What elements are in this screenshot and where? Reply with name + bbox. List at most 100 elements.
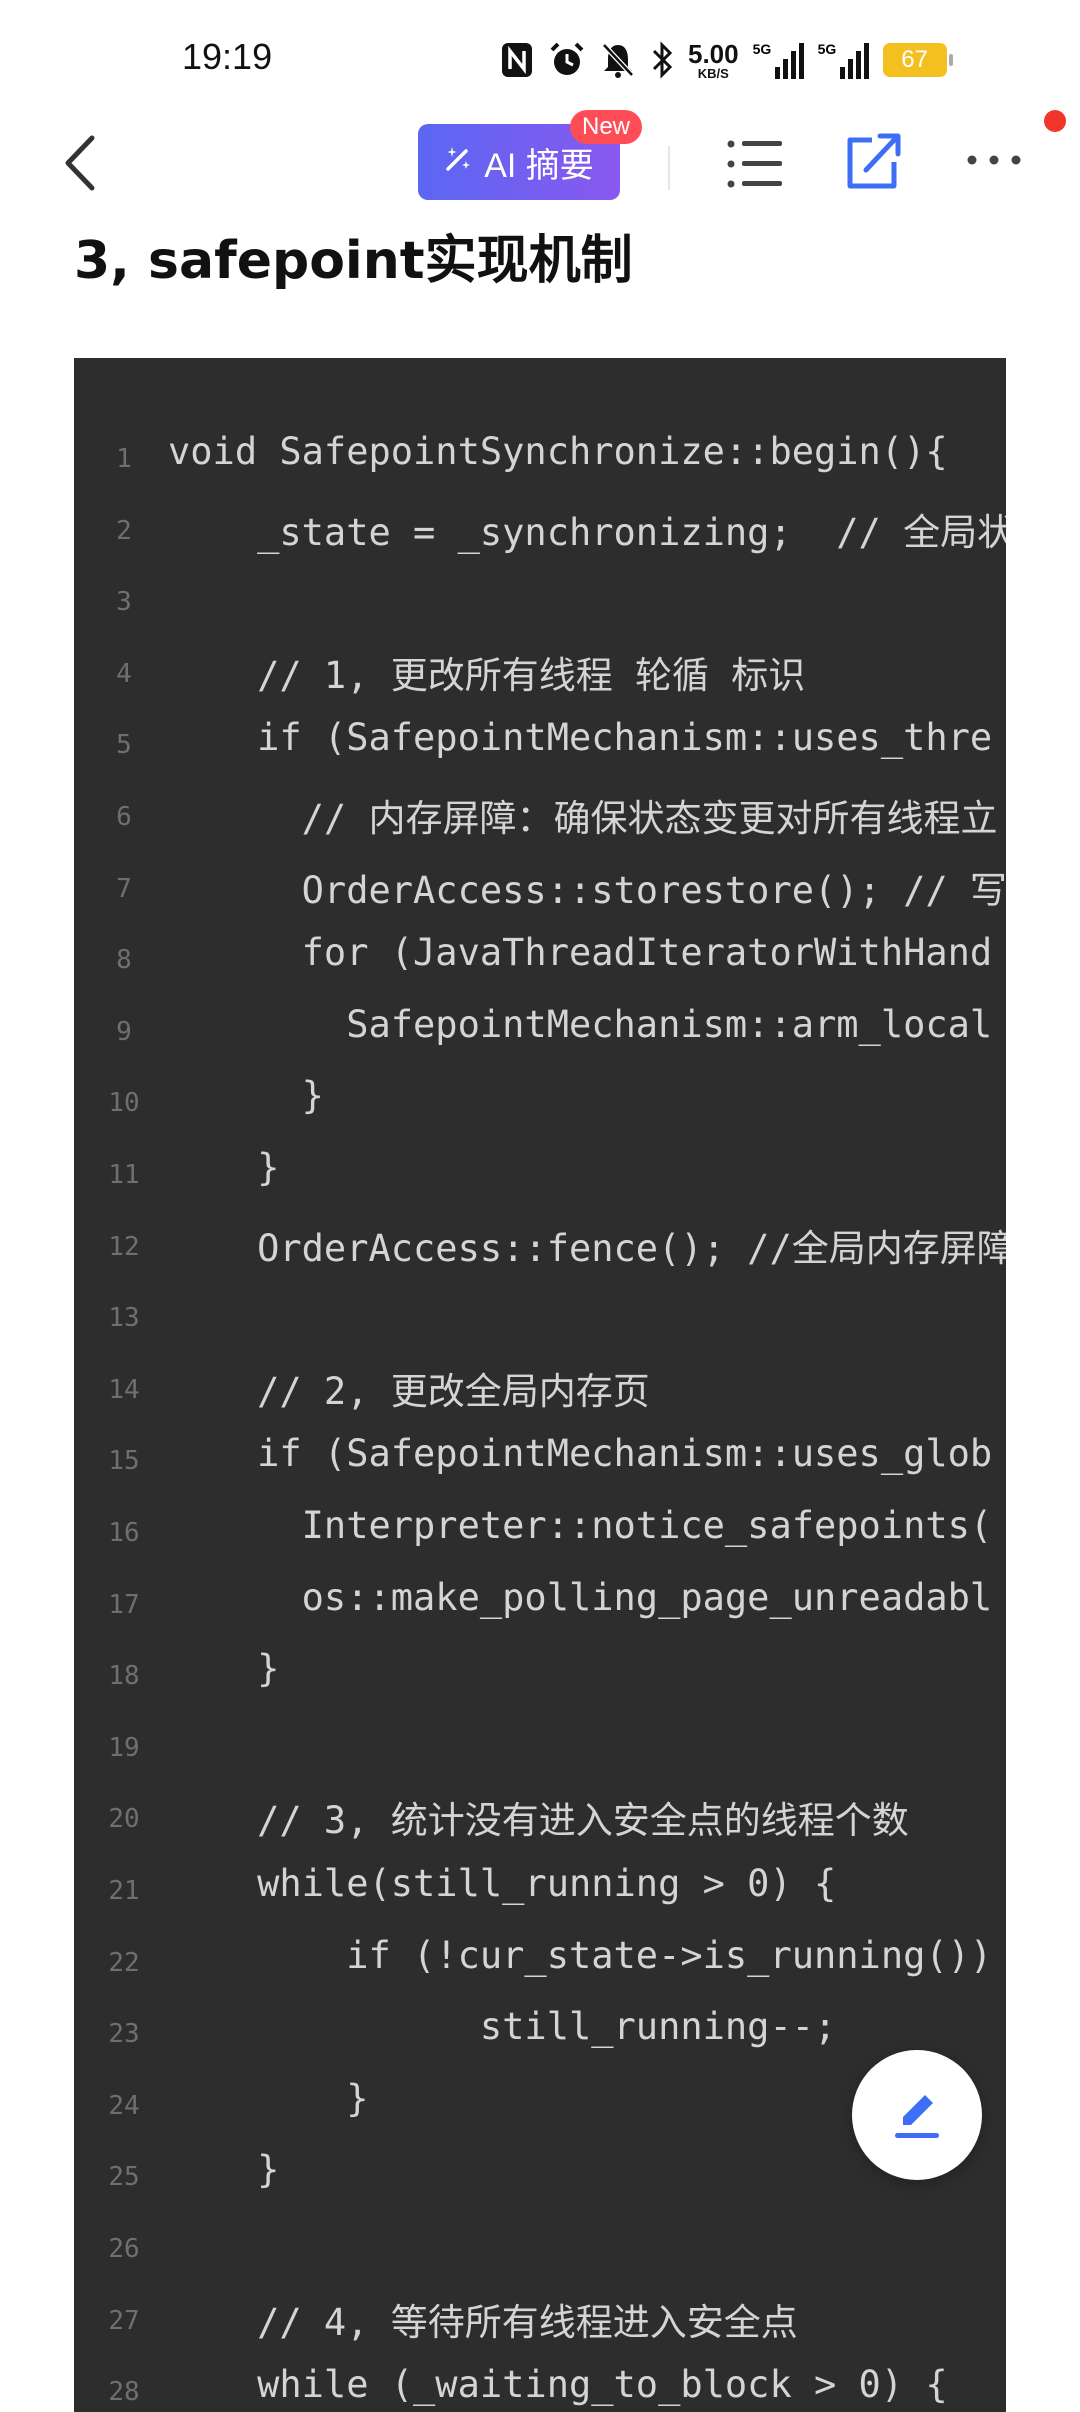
section-heading: 3, safepoint实现机制 [74,231,633,291]
line-number: 27 [108,2305,140,2336]
code-text: if (!cur_state->is_running()) [168,1933,993,1977]
ai-summary-label: AI 摘要 [484,146,594,185]
line-number: 2 [116,515,132,546]
code-line: 17 os::make_polling_page_unreadabl [74,1568,1006,1640]
line-number: 3 [116,587,132,618]
code-line: 2 _state = _synchronizing; // 全局状 [74,494,1006,566]
line-number: 15 [108,1446,140,1477]
code-line: 16 Interpreter::notice_safepoints( [74,1496,1006,1568]
code-text: // 2, 更改全局内存页 [168,1369,650,1413]
code-text: } [168,1074,324,1118]
code-line: 13 [74,1281,1006,1353]
edit-icon [895,2095,939,2138]
code-text: OrderAccess::fence(); //全局内存屏障 [168,1226,1006,1270]
code-text: while (_waiting_to_block > 0) { [168,2363,948,2407]
line-number: 19 [108,1732,140,1763]
line-number: 26 [108,2234,140,2264]
code-text: OrderAccess::storestore(); // 写 [168,868,1006,912]
code-text: os::make_polling_page_unreadabl [168,1575,993,1619]
status-icons: 5.00 KB/S 5G 5G 67 [500,36,953,84]
code-text: while(still_running > 0) { [168,1862,837,1905]
code-text: } [168,1647,280,1691]
line-number: 21 [108,1876,140,1906]
code-text: } [168,2076,369,2120]
code-text: // 4, 等待所有线程进入安全点 [168,2300,798,2344]
line-number: 22 [108,1947,140,1978]
back-button[interactable] [56,128,116,198]
code-text: for (JavaThreadIteratorWithHand [168,931,993,975]
code-line: 14 // 2, 更改全局内存页 [74,1353,1006,1425]
edit-button[interactable] [852,2050,982,2180]
line-number: 18 [108,1661,140,1692]
network-speed-value: 5.00 [688,38,739,69]
share-button[interactable] [842,130,902,194]
line-number: 5 [116,730,132,761]
signal-tag: 5G [817,41,837,57]
spark-icon [444,143,474,181]
code-line: 10 } [74,1066,1006,1138]
back-icon [65,135,95,191]
table-of-contents-button[interactable] [724,134,786,194]
code-line: 6 // 内存屏障：确保状态变更对所有线程立 [74,780,1006,852]
code-text: _state = _synchronizing; // 全局状 [168,510,1006,554]
notification-dot [1044,110,1066,132]
line-number: 1 [116,444,132,474]
code-text: // 3, 统计没有进入安全点的线程个数 [168,1799,909,1843]
code-line: 19 [74,1711,1006,1783]
line-number: 7 [116,873,132,904]
code-line: 12 OrderAccess::fence(); //全局内存屏障 [74,1210,1006,1282]
top-navigation: AI 摘要 New [0,110,1080,210]
line-number: 9 [116,1016,132,1047]
battery-icon: 67 [882,43,953,77]
code-text: SafepointMechanism::arm_local [168,1002,993,1046]
line-number: 10 [108,1088,140,1119]
code-text: still_running--; [168,2005,837,2049]
code-line: 7 OrderAccess::storestore(); // 写 [74,852,1006,924]
status-time: 19:19 [182,36,273,77]
code-line: 20 // 3, 统计没有进入安全点的线程个数 [74,1782,1006,1854]
code-line: 5 if (SafepointMechanism::uses_thre [74,708,1006,780]
line-number: 12 [108,1231,140,1262]
line-number: 17 [108,1589,140,1620]
code-line: 8 for (JavaThreadIteratorWithHand [74,923,1006,995]
bluetooth-icon [650,41,674,79]
code-line: 21 while(still_running > 0) { [74,1854,1006,1926]
code-text: Interpreter::notice_safepoints( [168,1504,993,1547]
code-text: } [168,1146,280,1189]
nfc-icon [500,41,534,79]
signal-icon: 5G [818,41,869,79]
code-line: 1 void SafepointSynchronize::begin(){ [74,422,1006,494]
share-icon [847,133,901,189]
code-line: 11 } [74,1138,1006,1210]
new-badge: New [570,110,643,144]
status-bar: 19:19 5.00 KB/S 5G 5G 67 [0,0,1080,110]
line-number: 16 [108,1518,140,1548]
signal-tag: 5G [752,41,772,57]
line-number: 25 [108,2162,140,2193]
line-number: 24 [108,2090,140,2121]
line-number: 14 [108,1374,140,1405]
code-line: 22 if (!cur_state->is_running()) [74,1926,1006,1998]
code-line: 18 } [74,1639,1006,1711]
code-line: 23 still_running--; [74,1997,1006,2069]
line-number: 4 [116,658,132,689]
line-number: 8 [116,945,132,976]
more-button[interactable] [964,140,1024,180]
line-number: 6 [116,802,132,832]
line-number: 28 [108,2377,140,2408]
alarm-icon [548,41,586,79]
code-line: 28 while (_waiting_to_block > 0) { [74,2355,1006,2412]
battery-level: 67 [901,46,928,73]
network-speed-unit: KB/S [697,65,729,81]
code-line: 27 // 4, 等待所有线程进入安全点 [74,2284,1006,2356]
nav-divider [668,146,670,190]
code-line: 15 if (SafepointMechanism::uses_glob [74,1424,1006,1496]
code-line: 26 [74,2212,1006,2284]
mute-bell-icon [600,41,636,79]
network-speed: 5.00 KB/S [688,41,739,80]
code-text: if (SafepointMechanism::uses_glob [168,1432,993,1476]
line-number: 13 [108,1303,140,1334]
code-text: if (SafepointMechanism::uses_thre [168,716,993,760]
code-text: // 内存屏障：确保状态变更对所有线程立 [168,797,998,840]
code-line: 3 [74,565,1006,637]
